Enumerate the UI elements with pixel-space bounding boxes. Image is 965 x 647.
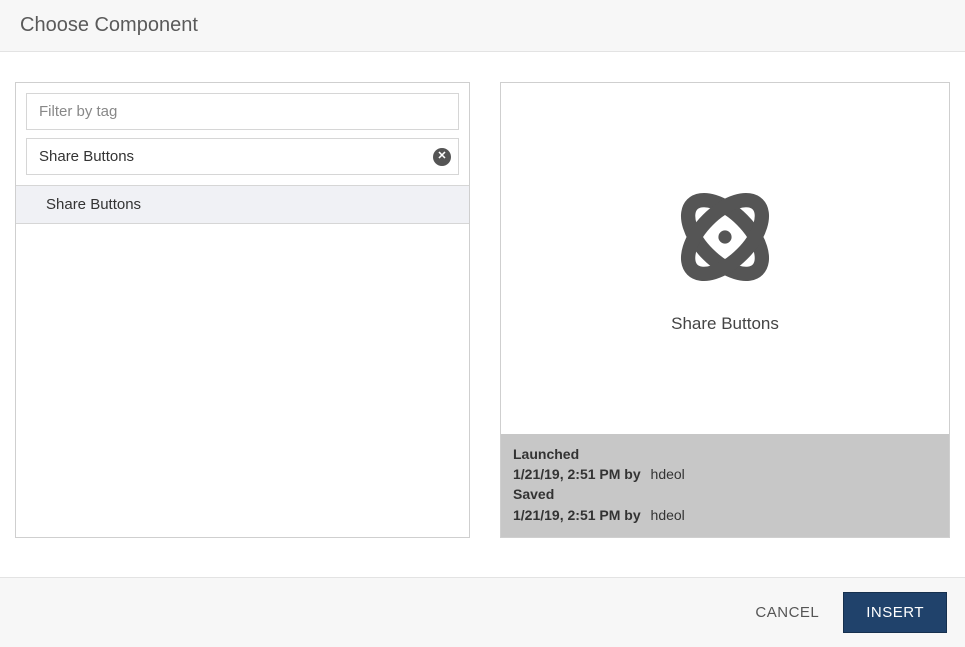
launched-user: hdeol [651,466,685,482]
preview-area: Share Buttons [501,83,949,434]
component-search-input[interactable] [26,138,459,175]
component-atom-icon [670,182,780,292]
cancel-button[interactable]: CANCEL [749,594,825,631]
dialog-title: Choose Component [20,14,945,37]
component-meta: Launched 1/21/19, 2:51 PM by hdeol Saved… [501,434,949,537]
list-item[interactable]: Share Buttons [16,186,469,224]
dialog-content: ✕ Share Buttons Share Buttons Launched 1… [0,52,965,538]
saved-label: Saved [513,484,937,504]
saved-row: 1/21/19, 2:51 PM by hdeol [513,505,937,525]
saved-time: 1/21/19, 2:51 PM by [513,507,641,523]
dialog-footer: CANCEL INSERT [0,577,965,647]
launched-label: Launched [513,444,937,464]
filter-by-tag-input[interactable] [26,93,459,130]
component-list-panel: ✕ Share Buttons [15,82,470,538]
filter-area: ✕ [16,83,469,185]
component-preview-panel: Share Buttons Launched 1/21/19, 2:51 PM … [500,82,950,538]
preview-title: Share Buttons [671,314,779,334]
component-list: Share Buttons [16,185,469,537]
launched-row: 1/21/19, 2:51 PM by hdeol [513,464,937,484]
launched-time: 1/21/19, 2:51 PM by [513,466,641,482]
saved-user: hdeol [651,507,685,523]
search-row: ✕ [26,138,459,175]
insert-button[interactable]: INSERT [843,592,947,633]
dialog-header: Choose Component [0,0,965,52]
clear-search-icon[interactable]: ✕ [433,148,451,166]
